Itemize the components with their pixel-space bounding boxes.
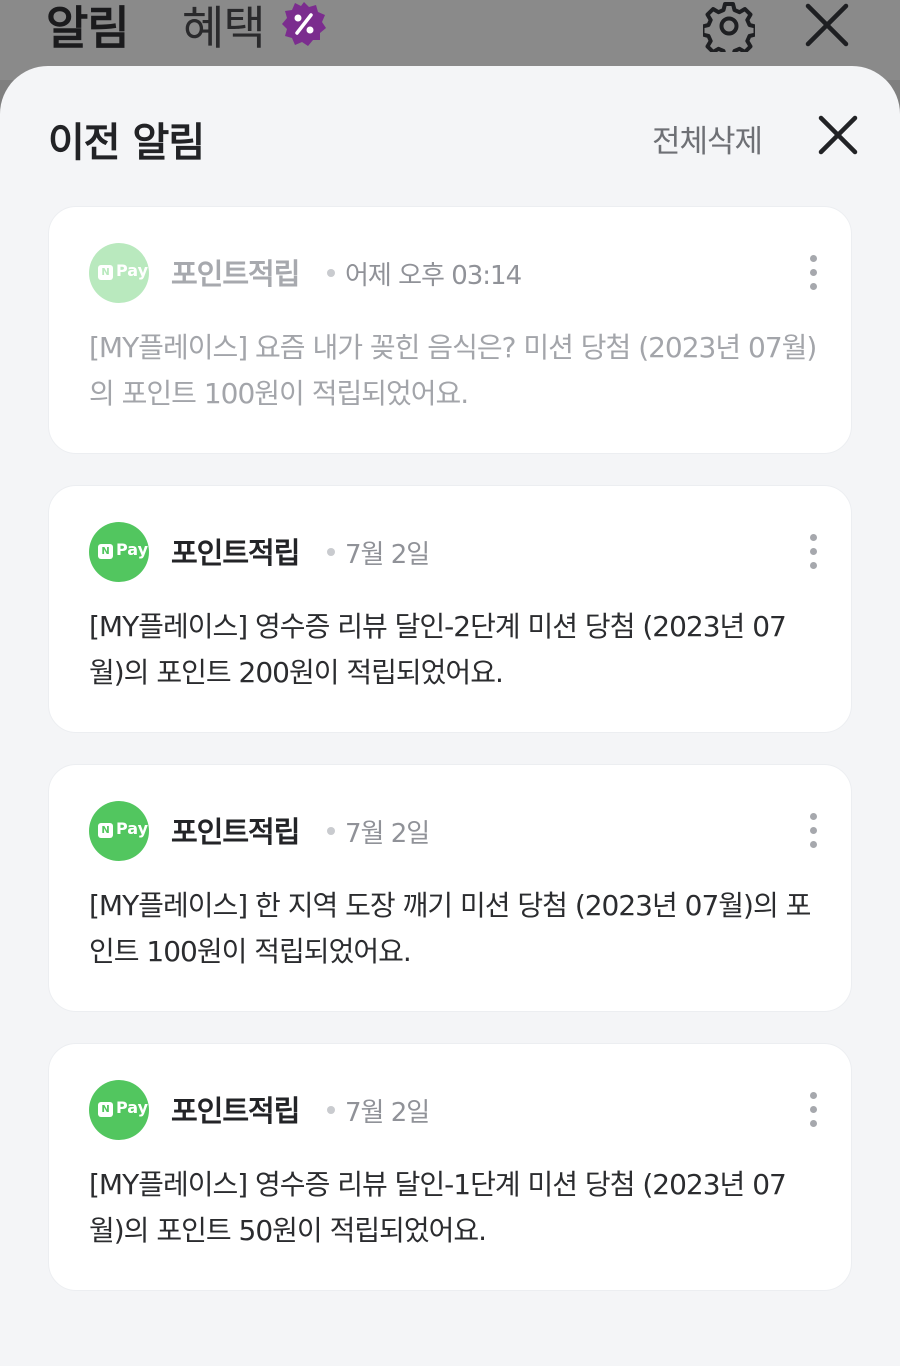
notification-time: 7월 2일 — [345, 540, 430, 570]
notification-sender: 포인트적립 — [171, 815, 300, 849]
separator-dot — [327, 269, 335, 277]
notification-time: 7월 2일 — [345, 819, 430, 849]
npay-label: Pay — [116, 819, 149, 838]
npay-label: Pay — [116, 261, 149, 280]
notification-message: [MY플레이스] 요즘 내가 꽂힌 음식은? 미션 당첨 (2023년 07월)… — [89, 331, 817, 410]
npay-avatar: N Pay — [89, 801, 149, 861]
npay-n-icon: N — [98, 1102, 113, 1117]
notification-card[interactable]: N Pay 포인트적립 어제 오후 03:14 [MY플레이스] 요즘 내가 꽂… — [48, 206, 852, 454]
notification-card[interactable]: N Pay 포인트적립 7월 2일 [MY플레이스] 영수증 리뷰 달인-1단계… — [48, 1043, 852, 1291]
notification-card[interactable]: N Pay 포인트적립 7월 2일 [MY플레이스] 영수증 리뷰 달인-2단계… — [48, 485, 852, 733]
separator-dot — [327, 548, 335, 556]
notification-sender: 포인트적립 — [171, 257, 300, 291]
npay-n-icon: N — [98, 265, 113, 280]
npay-avatar: N Pay — [89, 1080, 149, 1140]
percent-badge-icon — [282, 2, 326, 46]
notification-time: 어제 오후 03:14 — [345, 261, 522, 291]
notification-message: [MY플레이스] 영수증 리뷰 달인-2단계 미션 당첨 (2023년 07월)… — [89, 610, 787, 689]
gear-icon[interactable] — [703, 0, 755, 52]
npay-label: Pay — [116, 1098, 149, 1117]
npay-avatar: N Pay — [89, 243, 149, 303]
npay-label: Pay — [116, 540, 149, 559]
close-icon[interactable] — [804, 2, 850, 48]
npay-n-icon: N — [98, 823, 113, 838]
notification-sheet: 이전 알림 전체삭제 N Pay 포인트적립 어제 오후 03:14 [MY플레… — [0, 66, 900, 1366]
notification-message: [MY플레이스] 영수증 리뷰 달인-1단계 미션 당첨 (2023년 07월)… — [89, 1168, 787, 1247]
more-options-icon[interactable] — [803, 813, 823, 853]
notification-card[interactable]: N Pay 포인트적립 7월 2일 [MY플레이스] 한 지역 도장 깨기 미션… — [48, 764, 852, 1012]
tab-benefit[interactable]: 혜택 — [182, 0, 266, 58]
npay-n-icon: N — [98, 544, 113, 559]
notification-sender: 포인트적립 — [171, 1094, 300, 1128]
more-options-icon[interactable] — [803, 1092, 823, 1132]
more-options-icon[interactable] — [803, 534, 823, 574]
separator-dot — [327, 1106, 335, 1114]
tab-alarm[interactable]: 알림 — [46, 0, 130, 58]
notification-time: 7월 2일 — [345, 1098, 430, 1128]
separator-dot — [327, 827, 335, 835]
more-options-icon[interactable] — [803, 255, 823, 295]
delete-all-button[interactable]: 전체삭제 — [652, 116, 763, 161]
notification-message: [MY플레이스] 한 지역 도장 깨기 미션 당첨 (2023년 07월)의 포… — [89, 889, 811, 968]
page-title: 이전 알림 — [48, 120, 205, 166]
npay-avatar: N Pay — [89, 522, 149, 582]
sheet-close-icon[interactable] — [817, 114, 859, 156]
notification-sender: 포인트적립 — [171, 536, 300, 570]
